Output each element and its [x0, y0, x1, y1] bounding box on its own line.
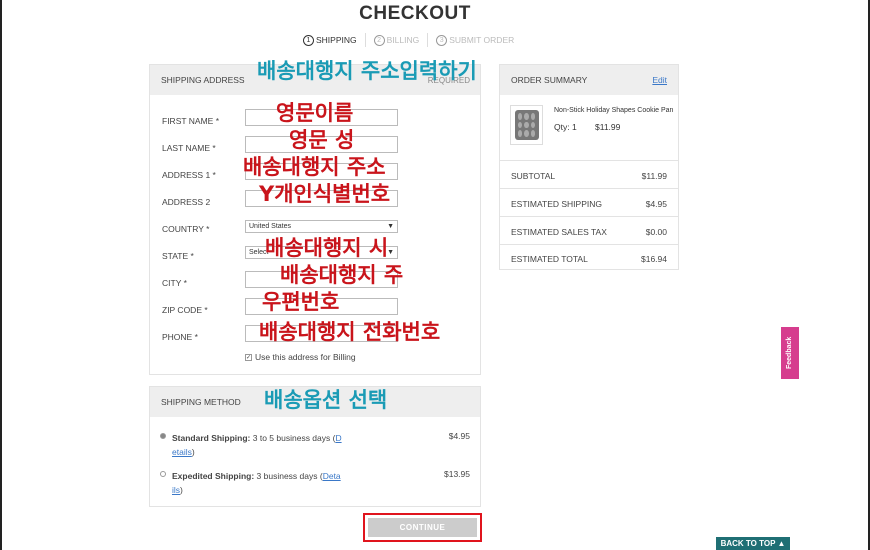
feedback-tab[interactable]: Feedback: [781, 327, 799, 379]
country-label: COUNTRY *: [162, 224, 210, 234]
product-name[interactable]: Non-Stick Holiday Shapes Cookie Pan: [554, 107, 673, 114]
dropdown-arrow-icon: ▼: [387, 223, 394, 230]
sales-tax-row: ESTIMATED SALES TAX $0.00: [500, 216, 678, 244]
standard-shipping-price: $4.95: [448, 431, 470, 441]
shipping-cost-row: ESTIMATED SHIPPING $4.95: [500, 188, 678, 216]
subtotal-value: $11.99: [641, 171, 667, 181]
shipping-method-heading: SHIPPING METHOD: [161, 397, 241, 407]
annotation-shipping-method: 배송옵션 선택: [264, 388, 388, 412]
step-label: SHIPPING: [316, 35, 357, 45]
subtotal-label: SUBTOTAL: [511, 171, 556, 181]
annotation-state: 배송대행지 시: [265, 236, 389, 260]
annotation-last-name: 영문 성: [289, 128, 355, 152]
sales-tax-value: $0.00: [645, 227, 667, 237]
step-number: 3: [436, 34, 448, 46]
billing-same-checkbox[interactable]: ✓ Use this address for Billing: [245, 352, 356, 362]
total-row: ESTIMATED TOTAL $16.94: [500, 244, 678, 270]
zip-label: ZIP CODE *: [162, 305, 208, 315]
annotation-phone: 배송대행지 전화번호: [259, 320, 441, 344]
expedited-shipping-radio[interactable]: [160, 471, 166, 477]
billing-same-label: Use this address for Billing: [255, 352, 356, 362]
state-label: STATE *: [162, 251, 194, 261]
order-summary-panel: ORDER SUMMARY Edit Non-Stick Holiday Sha…: [499, 64, 679, 270]
checkout-steps: 1 SHIPPING 2 BILLING 3 SUBMIT ORDER: [303, 33, 514, 47]
subtotal-row: SUBTOTAL $11.99: [500, 160, 678, 188]
sales-tax-label: ESTIMATED SALES TAX: [511, 227, 607, 237]
order-summary-header: ORDER SUMMARY Edit: [500, 65, 678, 95]
last-name-label: LAST NAME *: [162, 143, 216, 153]
back-to-top-button[interactable]: BACK TO TOP ▲: [716, 537, 790, 550]
expedited-shipping-price: $13.95: [444, 469, 470, 479]
total-label: ESTIMATED TOTAL: [511, 254, 588, 264]
phone-label: PHONE *: [162, 332, 198, 342]
annotation-address2: Y개인식별번호: [259, 182, 391, 206]
cookie-pan-image: [514, 110, 539, 140]
step-divider: [364, 33, 366, 47]
standard-shipping-text: Standard Shipping: 3 to 5 business days …: [172, 433, 342, 457]
step-divider: [427, 33, 429, 47]
window-border-left: [0, 0, 2, 550]
address2-label: ADDRESS 2: [162, 197, 211, 207]
country-select[interactable]: United States ▼: [245, 220, 398, 233]
step-label: SUBMIT ORDER: [449, 35, 515, 45]
product-price: $11.99: [595, 122, 621, 132]
continue-highlight: CONTINUE: [363, 513, 482, 542]
step-label: BILLING: [386, 35, 420, 45]
shipping-cost-value: $4.95: [645, 199, 667, 209]
step-number: 2: [373, 34, 385, 46]
first-name-label: FIRST NAME *: [162, 116, 219, 126]
annotation-city: 배송대행지 주: [280, 263, 404, 287]
annotation-zip: 우편번호: [262, 290, 340, 314]
step-billing: 2 BILLING: [373, 34, 420, 46]
total-value: $16.94: [641, 254, 667, 264]
address1-label: ADDRESS 1 *: [162, 170, 216, 180]
expedited-shipping-text: Expedited Shipping: 3 business days (Det…: [172, 471, 341, 495]
shipping-cost-label: ESTIMATED SHIPPING: [511, 199, 602, 209]
product-thumbnail[interactable]: [510, 105, 543, 145]
step-shipping: 1 SHIPPING: [303, 34, 357, 46]
annotation-address-heading: 배송대행지 주소입력하기: [257, 59, 477, 83]
annotation-address1: 배송대행지 주소: [243, 155, 386, 179]
edit-cart-link[interactable]: Edit: [652, 75, 667, 85]
shipping-address-heading: SHIPPING ADDRESS: [161, 75, 245, 85]
step-submit-order: 3 SUBMIT ORDER: [436, 34, 515, 46]
standard-shipping-radio[interactable]: [160, 433, 166, 439]
continue-button[interactable]: CONTINUE: [368, 518, 477, 537]
step-number: 1: [303, 34, 314, 46]
order-summary-heading: ORDER SUMMARY: [511, 75, 588, 85]
page-title: CHECKOUT: [359, 3, 471, 24]
country-value: United States: [249, 223, 292, 230]
product-qty: Qty: 1: [554, 122, 577, 132]
city-label: CITY *: [162, 278, 187, 288]
annotation-first-name: 영문이름: [276, 101, 354, 125]
checkbox-check-icon: ✓: [245, 353, 252, 361]
